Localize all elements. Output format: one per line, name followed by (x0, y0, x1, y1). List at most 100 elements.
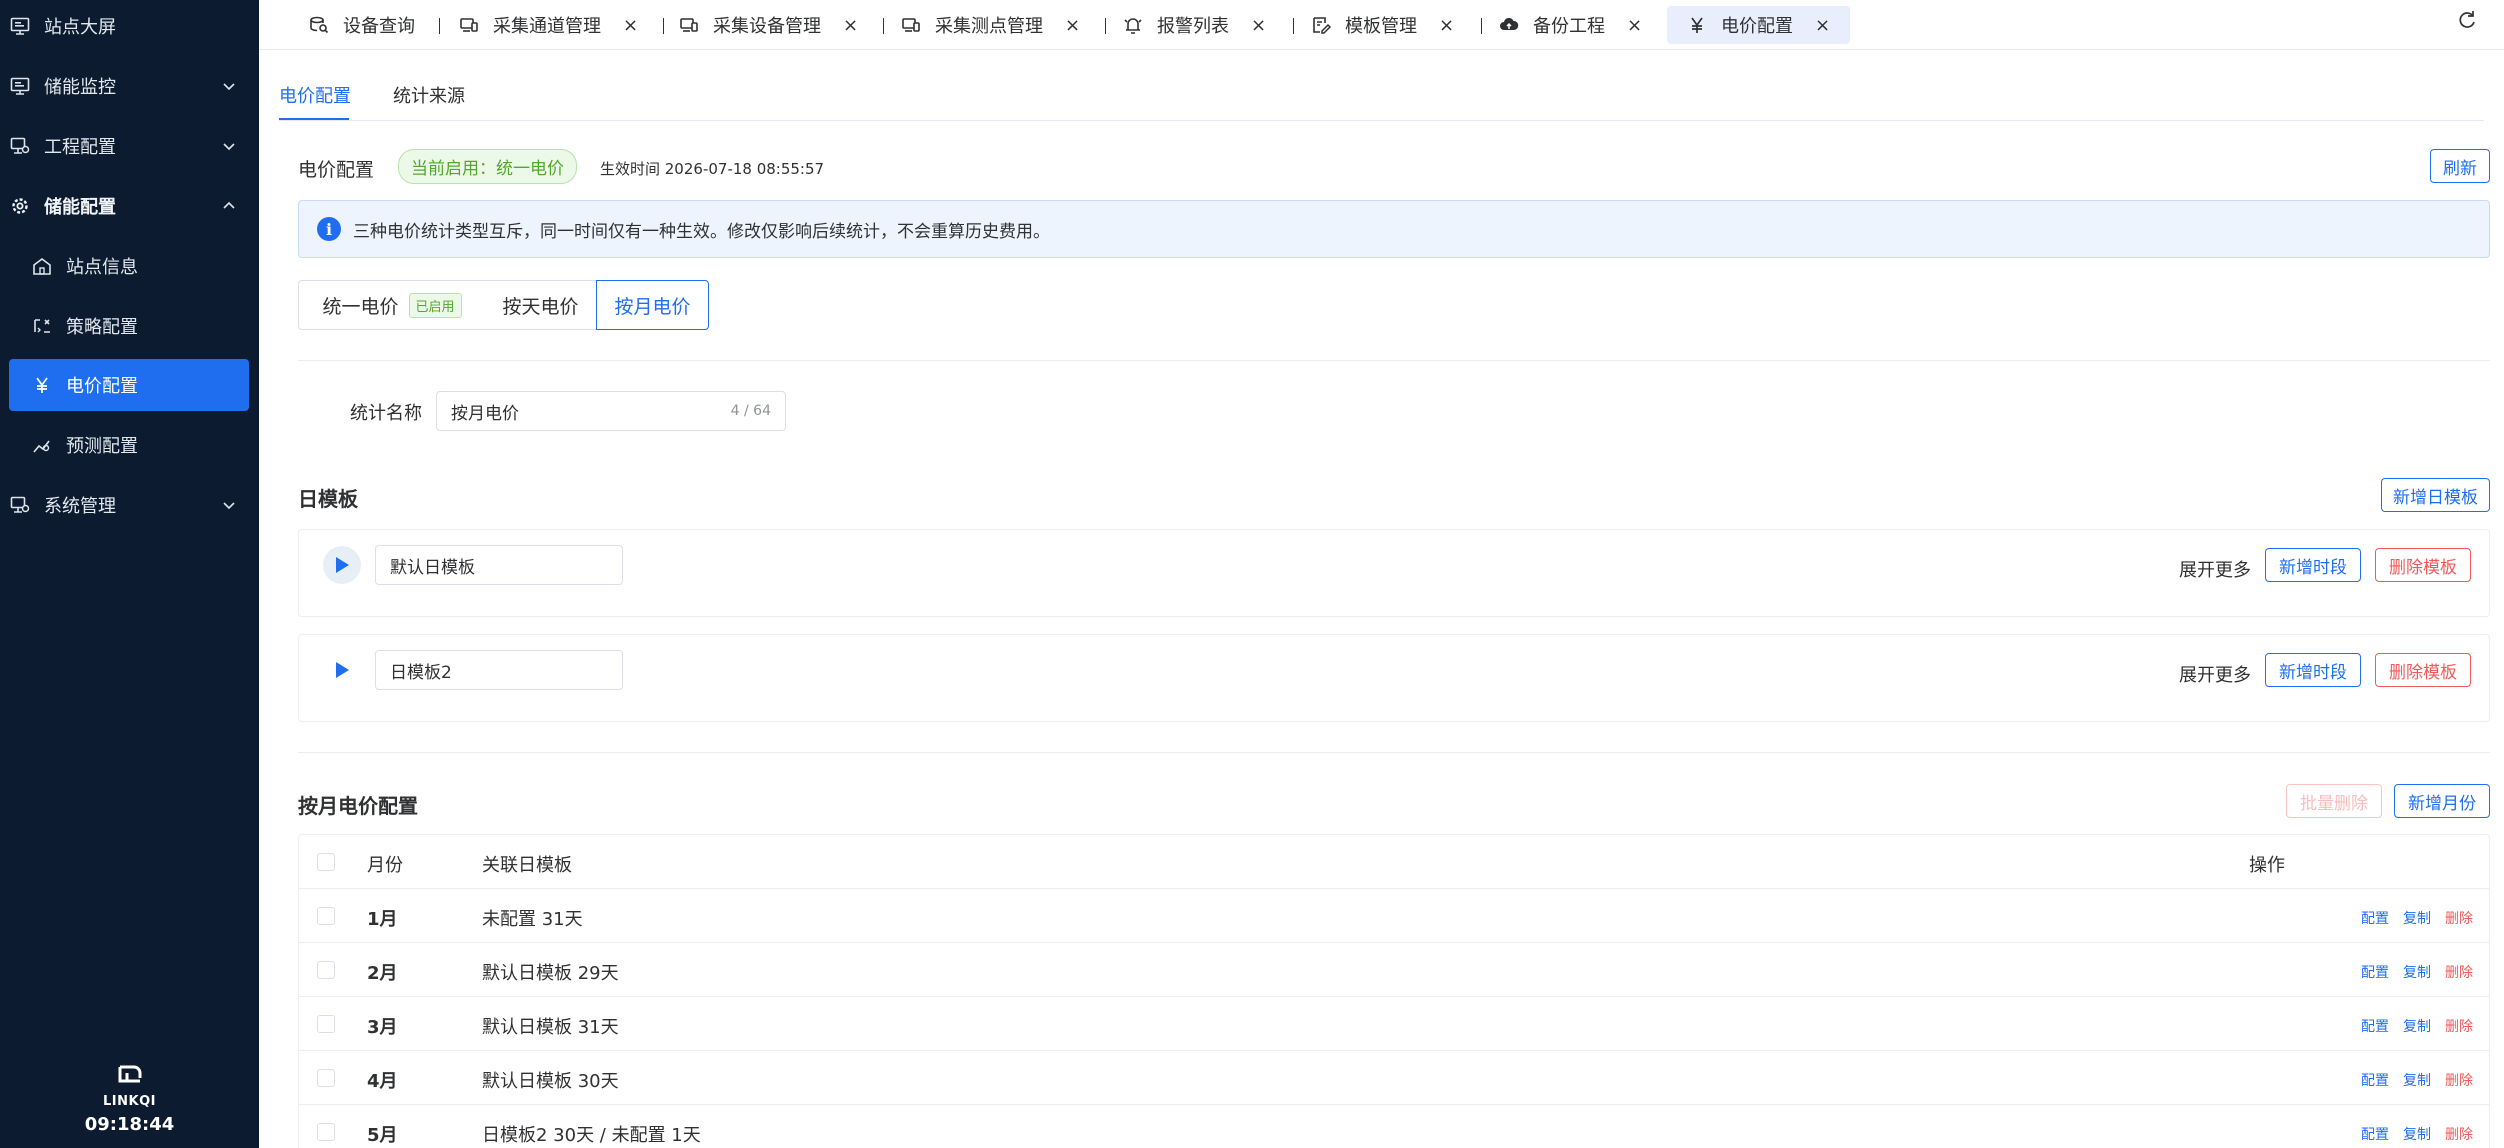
subtab-price-config[interactable]: 电价配置 (279, 82, 351, 108)
expand-more-link[interactable]: 展开更多 (2179, 661, 2251, 687)
row-checkbox[interactable] (317, 961, 335, 979)
row-checkbox[interactable] (317, 1015, 335, 1033)
month-cell: 2月 (367, 963, 398, 984)
tab-label: 报警列表 (1157, 16, 1229, 37)
sidebar-item-system-manage[interactable]: 系统管理 (0, 479, 259, 531)
template-cell: 默认日模板 29天 (482, 963, 619, 984)
table-row: 5月 日模板2 30天 / 未配置 1天 配置 复制 删除 (299, 1105, 2489, 1148)
day-template-name-input[interactable]: 日模板2 (375, 650, 623, 690)
info-alert: i 三种电价统计类型互斥，同一时间仅有一种生效。修改仅影响后续统计，不会重算历史… (298, 200, 2490, 258)
select-all-checkbox[interactable] (317, 853, 335, 871)
refresh-icon[interactable] (2456, 9, 2478, 31)
sidebar-item-label: 储能配置 (44, 197, 116, 218)
info-icon: i (317, 217, 341, 241)
segment-daily-price[interactable]: 按天电价 (485, 280, 597, 330)
segment-unified-price[interactable]: 统一电价 已启用 (298, 280, 486, 330)
config-link[interactable]: 配置 (2361, 962, 2389, 982)
day-template-name-input[interactable]: 默认日模板 (375, 545, 623, 585)
sidebar-item-storage-config[interactable]: 储能配置 (0, 180, 259, 232)
delete-link[interactable]: 删除 (2445, 1124, 2473, 1144)
segment-monthly-price[interactable]: 按月电价 (596, 280, 709, 330)
delete-link[interactable]: 删除 (2445, 962, 2473, 982)
expand-play-button[interactable] (323, 546, 361, 584)
col-template: 关联日模板 (482, 855, 572, 876)
sidebar-item-site-screen[interactable]: 站点大屏 (0, 0, 259, 52)
month-cell: 3月 (367, 1017, 398, 1038)
page-title: 电价配置 (298, 159, 375, 181)
sidebar-item-price-config[interactable]: 电价配置 (9, 359, 249, 411)
tab-device-manage[interactable]: 采集设备管理 × (679, 6, 858, 44)
sidebar-item-label: 站点信息 (66, 257, 138, 278)
expand-play-button[interactable] (323, 651, 361, 689)
day-template-card: 日模板2 展开更多 新增时段 删除模板 (298, 634, 2490, 722)
template-edit-icon (1311, 15, 1331, 35)
close-icon[interactable]: × (1815, 15, 1830, 36)
table-row: 2月 默认日模板 29天 配置 复制 删除 (299, 943, 2489, 997)
add-period-button[interactable]: 新增时段 (2265, 653, 2361, 687)
monthly-price-table: 月份 关联日模板 操作 1月 未配置 31天 配置 复制 删除 2月 默认日模板… (298, 834, 2490, 1148)
delete-template-button[interactable]: 删除模板 (2375, 653, 2471, 687)
brand-logo: LINKQI (0, 1064, 259, 1109)
sidebar-item-label: 预测配置 (66, 436, 138, 457)
copy-link[interactable]: 复制 (2403, 908, 2431, 928)
tab-point-manage[interactable]: 采集测点管理 × (901, 6, 1080, 44)
device-icon (901, 15, 921, 35)
config-link[interactable]: 配置 (2361, 1070, 2389, 1090)
tab-device-query[interactable]: 设备查询 (309, 6, 415, 44)
close-icon[interactable]: × (1627, 15, 1642, 36)
row-checkbox[interactable] (317, 907, 335, 925)
sidebar-item-label: 系统管理 (44, 496, 116, 517)
tab-price-config[interactable]: 电价配置 × (1667, 6, 1851, 44)
tab-label: 采集通道管理 (493, 16, 601, 37)
batch-delete-button[interactable]: 批量删除 (2286, 784, 2382, 818)
sidebar-item-project-config[interactable]: 工程配置 (0, 120, 259, 172)
sidebar-item-storage-monitor[interactable]: 储能监控 (0, 60, 259, 112)
copy-link[interactable]: 复制 (2403, 1016, 2431, 1036)
template-cell: 日模板2 30天 / 未配置 1天 (482, 1125, 701, 1146)
yen-icon (30, 373, 54, 397)
sidebar-item-site-info[interactable]: 站点信息 (0, 240, 259, 292)
config-link[interactable]: 配置 (2361, 1124, 2389, 1144)
delete-link[interactable]: 删除 (2445, 908, 2473, 928)
template-cell: 默认日模板 31天 (482, 1017, 619, 1038)
month-cell: 5月 (367, 1125, 398, 1146)
expand-more-link[interactable]: 展开更多 (2179, 556, 2251, 582)
tab-template-manage[interactable]: 模板管理 × (1311, 6, 1454, 44)
close-icon[interactable]: × (1251, 15, 1266, 36)
subtab-stat-source[interactable]: 统计来源 (393, 82, 465, 108)
close-icon[interactable]: × (623, 15, 638, 36)
alarm-bell-icon (1123, 15, 1143, 35)
day-template-card: 默认日模板 展开更多 新增时段 删除模板 (298, 529, 2490, 617)
play-icon (336, 557, 349, 573)
close-icon[interactable]: × (843, 15, 858, 36)
copy-link[interactable]: 复制 (2403, 962, 2431, 982)
add-day-template-button[interactable]: 新增日模板 (2381, 478, 2490, 512)
sidebar-item-strategy-config[interactable]: 策略配置 (0, 300, 259, 352)
add-month-button[interactable]: 新增月份 (2394, 784, 2490, 818)
refresh-button[interactable]: 刷新 (2430, 149, 2490, 183)
delete-link[interactable]: 删除 (2445, 1070, 2473, 1090)
monitor-icon (8, 14, 32, 38)
copy-link[interactable]: 复制 (2403, 1070, 2431, 1090)
tab-alarm-list[interactable]: 报警列表 × (1123, 6, 1266, 44)
delete-template-button[interactable]: 删除模板 (2375, 548, 2471, 582)
close-icon[interactable]: × (1439, 15, 1454, 36)
config-link[interactable]: 配置 (2361, 908, 2389, 928)
delete-link[interactable]: 删除 (2445, 1016, 2473, 1036)
sidebar-item-label: 储能监控 (44, 77, 116, 98)
tab-channel-manage[interactable]: 采集通道管理 × (459, 6, 638, 44)
gear-icon (8, 194, 32, 218)
row-checkbox[interactable] (317, 1123, 335, 1141)
sidebar-item-forecast-config[interactable]: 预测配置 (0, 419, 259, 471)
copy-link[interactable]: 复制 (2403, 1124, 2431, 1144)
row-checkbox[interactable] (317, 1069, 335, 1087)
yen-icon (1687, 15, 1707, 35)
sidebar-item-label: 策略配置 (66, 317, 138, 338)
add-period-button[interactable]: 新增时段 (2265, 548, 2361, 582)
home-icon (30, 254, 54, 278)
stat-name-input[interactable]: 按月电价 4 / 64 (436, 391, 786, 431)
close-icon[interactable]: × (1065, 15, 1080, 36)
char-counter: 4 / 64 (730, 403, 771, 419)
config-link[interactable]: 配置 (2361, 1016, 2389, 1036)
tab-backup-project[interactable]: 备份工程 × (1499, 6, 1642, 44)
